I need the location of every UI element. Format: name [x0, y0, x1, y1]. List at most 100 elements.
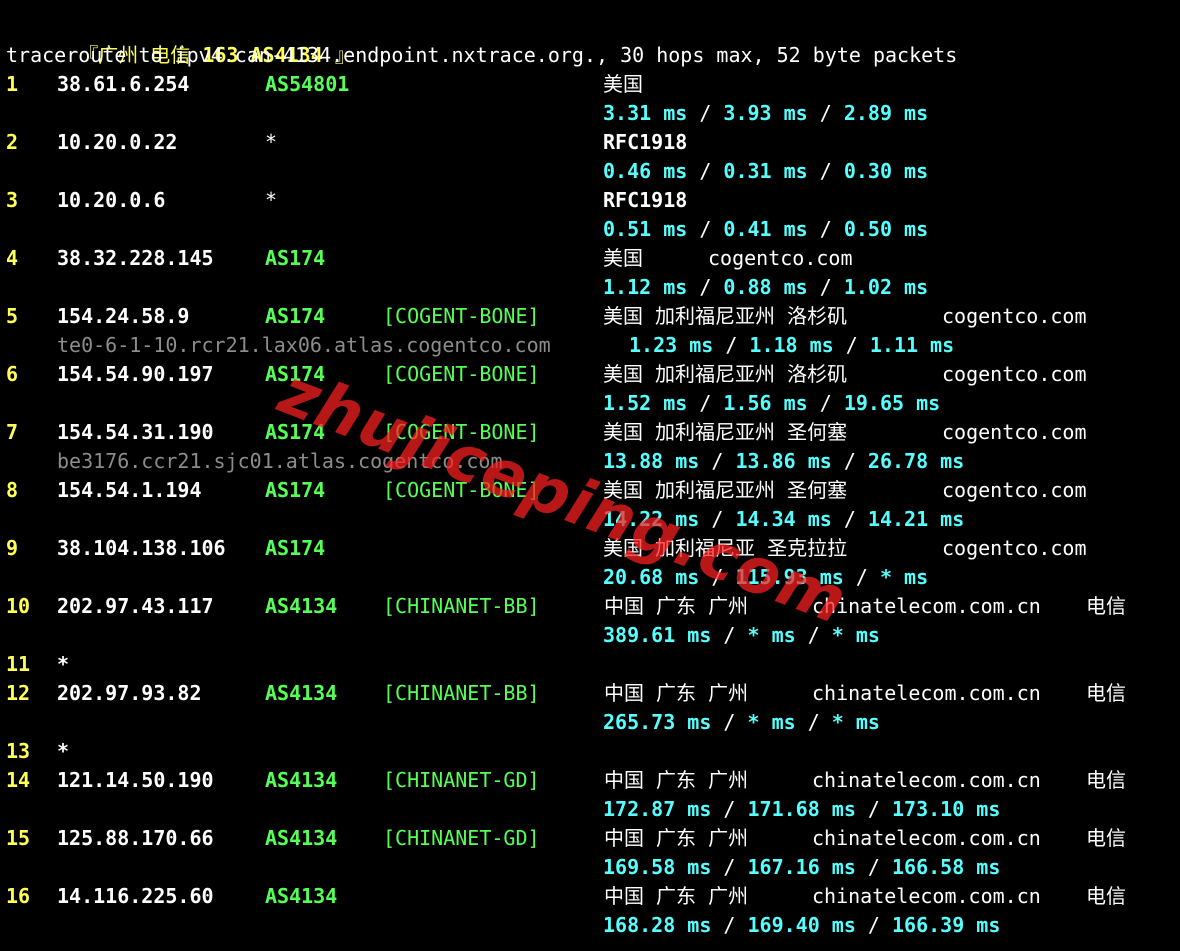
hop-geo: 中国 广东 广州: [604, 594, 749, 618]
hop-timeout-star: *: [57, 652, 70, 676]
hop-network-tag: [CHINANET-BB]: [383, 681, 540, 705]
hop-carrier: 电信: [1086, 826, 1126, 850]
hop-asn: AS4134: [265, 768, 338, 792]
hop-number: 14: [6, 768, 31, 792]
hop-rtt: 169.58 ms / 167.16 ms / 166.58 ms: [603, 853, 1000, 882]
rtt-value: 115.93 ms: [735, 565, 844, 589]
rtt-value: 2.89 ms: [843, 101, 929, 125]
rtt-value: 13.86 ms: [735, 449, 832, 473]
rtt-value: 3.93 ms: [723, 101, 808, 125]
hop-rtt: 3.31 ms / 3.93 ms / 2.89 ms: [603, 99, 928, 128]
rtt-value: 169.40 ms: [747, 913, 856, 937]
hop-domain: chinatelecom.com.cn: [812, 826, 1041, 850]
rtt-separator: /: [831, 507, 868, 531]
hop-geo: 美国: [603, 246, 643, 270]
hop-asn: AS54801: [265, 72, 350, 96]
hop-ip: 121.14.50.190: [57, 768, 214, 792]
hop-rtt: 0.51 ms / 0.41 ms / 0.50 ms: [603, 215, 928, 244]
rtt-value: 1.23 ms: [629, 333, 714, 357]
hop-asn: AS174: [265, 536, 326, 560]
hop-asn: AS174: [265, 420, 326, 444]
rtt-separator: /: [711, 710, 748, 734]
rtt-value: 167.16 ms: [747, 855, 856, 879]
rtt-value: * ms: [747, 710, 796, 734]
hop-rtt: 14.22 ms / 14.34 ms / 14.21 ms: [603, 505, 964, 534]
hop-number: 5: [6, 304, 19, 328]
hop-network-tag: [CHINANET-GD]: [383, 826, 540, 850]
rtt-value: 26.78 ms: [867, 449, 965, 473]
hop-network-tag: [COGENT-BONE]: [383, 420, 540, 444]
rtt-separator: /: [855, 797, 892, 821]
hop-ip: 202.97.93.82: [57, 681, 202, 705]
rtt-value: 265.73 ms: [603, 710, 712, 734]
hop-carrier: 电信: [1086, 594, 1126, 618]
hop-domain: chinatelecom.com.cn: [812, 768, 1041, 792]
rtt-value: 0.30 ms: [843, 159, 929, 183]
rtt-separator: /: [699, 507, 736, 531]
rtt-value: * ms: [831, 710, 880, 734]
terminal-window[interactable]: 『广州 电信 163 AS4134 』 traceroute to ipv4.c…: [0, 0, 1180, 951]
hop-geo: 中国 广东 广州: [604, 768, 749, 792]
hop-number: 3: [6, 188, 19, 212]
hop-rtt: 1.52 ms / 1.56 ms / 19.65 ms: [603, 389, 940, 418]
hop-asn: AS4134: [265, 681, 338, 705]
hop-asn: AS4134: [265, 594, 338, 618]
hop-number: 8: [6, 478, 19, 502]
rtt-value: 172.87 ms: [603, 797, 712, 821]
hop-ip: 125.88.170.66: [57, 826, 214, 850]
hop-geo: 美国 加利福尼亚 圣克拉拉: [603, 536, 848, 560]
hop-domain: cogentco.com: [942, 420, 1087, 444]
rtt-value: * ms: [747, 623, 796, 647]
hop-ip: 154.24.58.9: [57, 304, 190, 328]
hop-ip: 38.61.6.254: [57, 72, 190, 96]
rtt-value: 0.46 ms: [603, 159, 688, 183]
hop-rtt: 13.88 ms / 13.86 ms / 26.78 ms: [603, 447, 964, 476]
rtt-separator: /: [831, 449, 868, 473]
rtt-value: 3.31 ms: [603, 101, 688, 125]
hop-ip: 38.32.228.145: [57, 246, 214, 270]
hop-domain: cogentco.com: [942, 304, 1087, 328]
hop-asn: *: [265, 130, 278, 154]
hop-network-tag: [COGENT-BONE]: [383, 304, 540, 328]
hop-domain: chinatelecom.com.cn: [812, 681, 1041, 705]
rtt-value: 0.41 ms: [723, 217, 808, 241]
rtt-separator: /: [713, 333, 750, 357]
rtt-value: 20.68 ms: [603, 565, 700, 589]
rtt-separator: /: [687, 101, 724, 125]
rtt-separator: /: [711, 623, 748, 647]
hop-carrier: 电信: [1086, 681, 1126, 705]
hop-geo: 美国: [603, 72, 643, 96]
rtt-value: 169.58 ms: [603, 855, 712, 879]
hop-hostname: be3176.ccr21.sjc01.atlas.cogentco.com: [57, 449, 503, 473]
hop-number: 2: [6, 130, 19, 154]
rtt-value: 1.56 ms: [723, 391, 808, 415]
hop-rtt: 1.12 ms / 0.88 ms / 1.02 ms: [603, 273, 928, 302]
hop-rtt: 20.68 ms / 115.93 ms / * ms: [603, 563, 928, 592]
hop-domain: cogentco.com: [708, 246, 853, 270]
hop-ip: 154.54.31.190: [57, 420, 214, 444]
command-line: traceroute to ipv4.can-4134.endpoint.nxt…: [0, 41, 957, 70]
rtt-separator: /: [699, 565, 736, 589]
hop-ip: 154.54.90.197: [57, 362, 214, 386]
rtt-separator: /: [687, 391, 724, 415]
rtt-separator: /: [855, 913, 892, 937]
rtt-value: 166.58 ms: [892, 855, 1001, 879]
hop-rtt: 265.73 ms / * ms / * ms: [603, 708, 880, 737]
rtt-separator: /: [855, 855, 892, 879]
hop-domain: cogentco.com: [942, 362, 1087, 386]
traceroute-command: traceroute to ipv4.can-4134.endpoint.nxt…: [6, 43, 958, 67]
header-line: 『广州 电信 163 AS4134 』: [0, 12, 355, 67]
hop-geo: 中国 广东 广州: [604, 681, 749, 705]
rtt-value: 0.31 ms: [723, 159, 808, 183]
hop-ip: 154.54.1.194: [57, 478, 202, 502]
rtt-separator: /: [711, 797, 748, 821]
hop-rtt: 172.87 ms / 171.68 ms / 173.10 ms: [603, 795, 1000, 824]
hop-number: 6: [6, 362, 19, 386]
rtt-separator: /: [711, 855, 748, 879]
hop-number: 13: [6, 739, 31, 763]
hop-number: 1: [6, 72, 19, 96]
hop-ip: 38.104.138.106: [57, 536, 226, 560]
rtt-separator: /: [807, 217, 844, 241]
hop-network-tag: [COGENT-BONE]: [383, 478, 540, 502]
rtt-value: * ms: [879, 565, 929, 589]
